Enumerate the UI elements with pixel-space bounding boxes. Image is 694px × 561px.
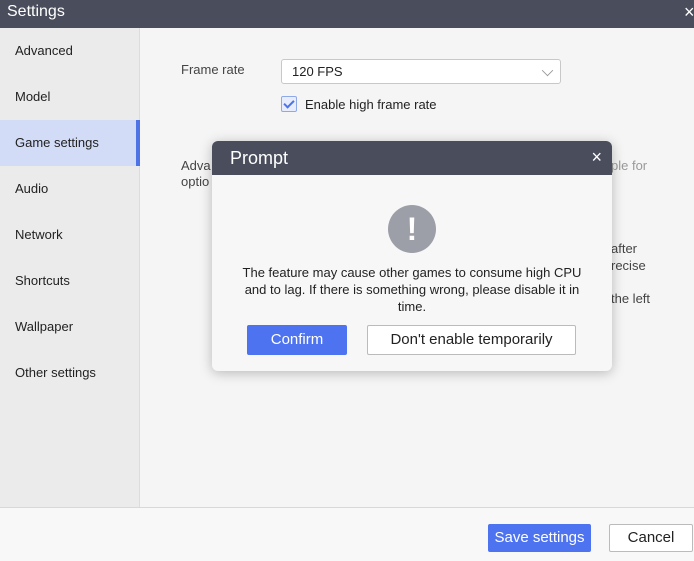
settings-sidebar: Advanced Model Game settings Audio Netwo…	[0, 28, 140, 507]
high-frame-rate-option[interactable]: Enable high frame rate	[281, 96, 437, 112]
sidebar-item-other-settings[interactable]: Other settings	[0, 350, 139, 396]
high-frame-rate-label: Enable high frame rate	[305, 96, 437, 112]
advanced-option-text-line1: Adva	[181, 158, 211, 173]
sidebar-item-advanced[interactable]: Advanced	[0, 28, 139, 74]
obscured-description-faded: ple for	[611, 158, 648, 173]
obscured-description-line2: recise	[611, 258, 646, 273]
obscured-description-line3: the left	[611, 291, 651, 306]
dont-enable-button[interactable]: Don't enable temporarily	[367, 325, 576, 355]
sidebar-item-shortcuts[interactable]: Shortcuts	[0, 258, 139, 304]
sidebar-item-model[interactable]: Model	[0, 74, 139, 120]
dialog-title: Prompt	[230, 148, 289, 168]
prompt-dialog: Prompt × ! The feature may cause other g…	[212, 141, 612, 371]
cancel-button[interactable]: Cancel	[609, 524, 693, 552]
frame-rate-value: 120 FPS	[292, 64, 343, 79]
dialog-message: The feature may cause other games to con…	[242, 265, 582, 314]
obscured-description-line1: after	[611, 241, 638, 256]
save-settings-button[interactable]: Save settings	[488, 524, 591, 552]
advanced-option-text-line2: optio	[181, 174, 210, 189]
window-title: Settings	[7, 3, 65, 20]
frame-rate-select[interactable]: 120 FPS	[281, 59, 561, 84]
confirm-button[interactable]: Confirm	[247, 325, 347, 355]
window-close-icon[interactable]: ×	[684, 2, 694, 23]
sidebar-item-network[interactable]: Network	[0, 212, 139, 258]
chevron-down-icon	[541, 64, 554, 77]
dialog-close-icon[interactable]: ×	[591, 147, 602, 168]
sidebar-item-wallpaper[interactable]: Wallpaper	[0, 304, 139, 350]
settings-footer: Save settings Cancel	[0, 507, 694, 561]
frame-rate-label: Frame rate	[181, 62, 245, 77]
high-frame-rate-checkbox[interactable]	[281, 96, 297, 112]
dialog-header: Prompt ×	[212, 141, 612, 175]
window-titlebar: Settings ×	[0, 0, 694, 28]
sidebar-item-game-settings[interactable]: Game settings	[0, 120, 140, 166]
warning-icon: !	[388, 205, 436, 253]
sidebar-item-audio[interactable]: Audio	[0, 166, 139, 212]
